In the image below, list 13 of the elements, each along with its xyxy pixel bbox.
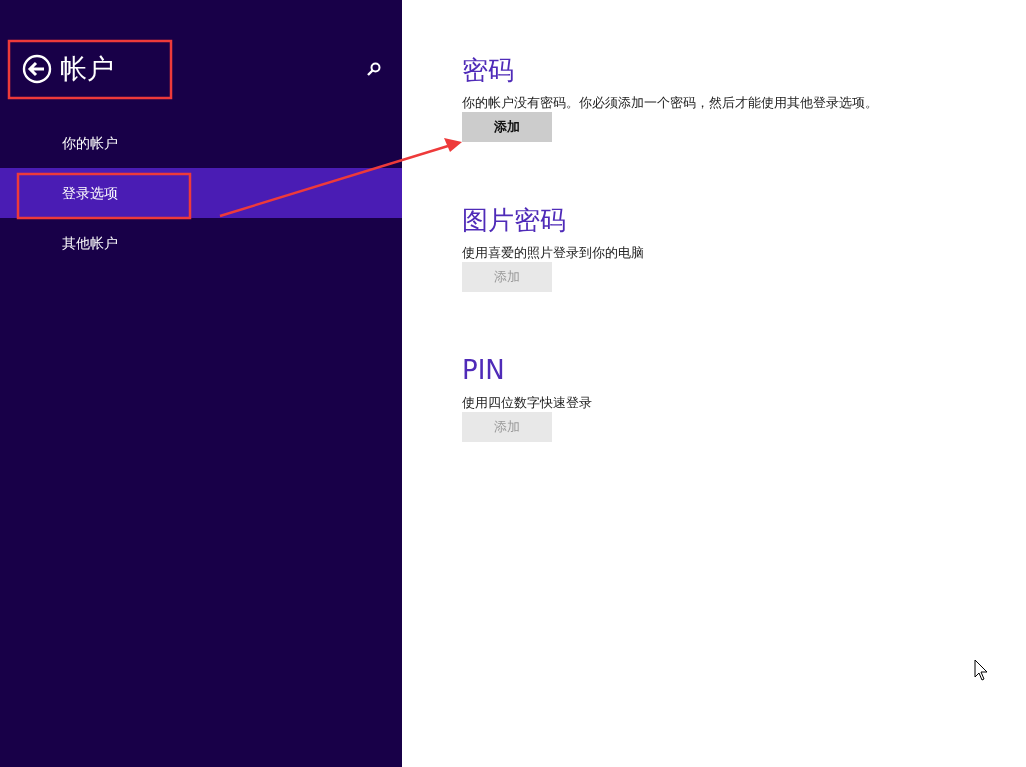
- nav-item[interactable]: 你的帐户: [0, 118, 402, 168]
- cursor-icon: [974, 659, 988, 681]
- nav-item[interactable]: 其他帐户: [0, 218, 402, 268]
- section-description: 你的帐户没有密码。你必须添加一个密码，然后才能使用其他登录选项。: [462, 94, 879, 112]
- add-button[interactable]: 添加: [462, 112, 552, 142]
- section-description: 使用四位数字快速登录: [462, 394, 593, 412]
- nav-item[interactable]: 登录选项: [0, 168, 402, 218]
- section-heading: 密码: [462, 54, 515, 87]
- section-heading: 图片密码: [462, 204, 567, 237]
- search-icon[interactable]: [366, 61, 382, 77]
- section-heading: PIN: [462, 354, 506, 387]
- section-description: 使用喜爱的照片登录到你的电脑: [462, 244, 645, 262]
- page-title: 帐户: [60, 52, 114, 86]
